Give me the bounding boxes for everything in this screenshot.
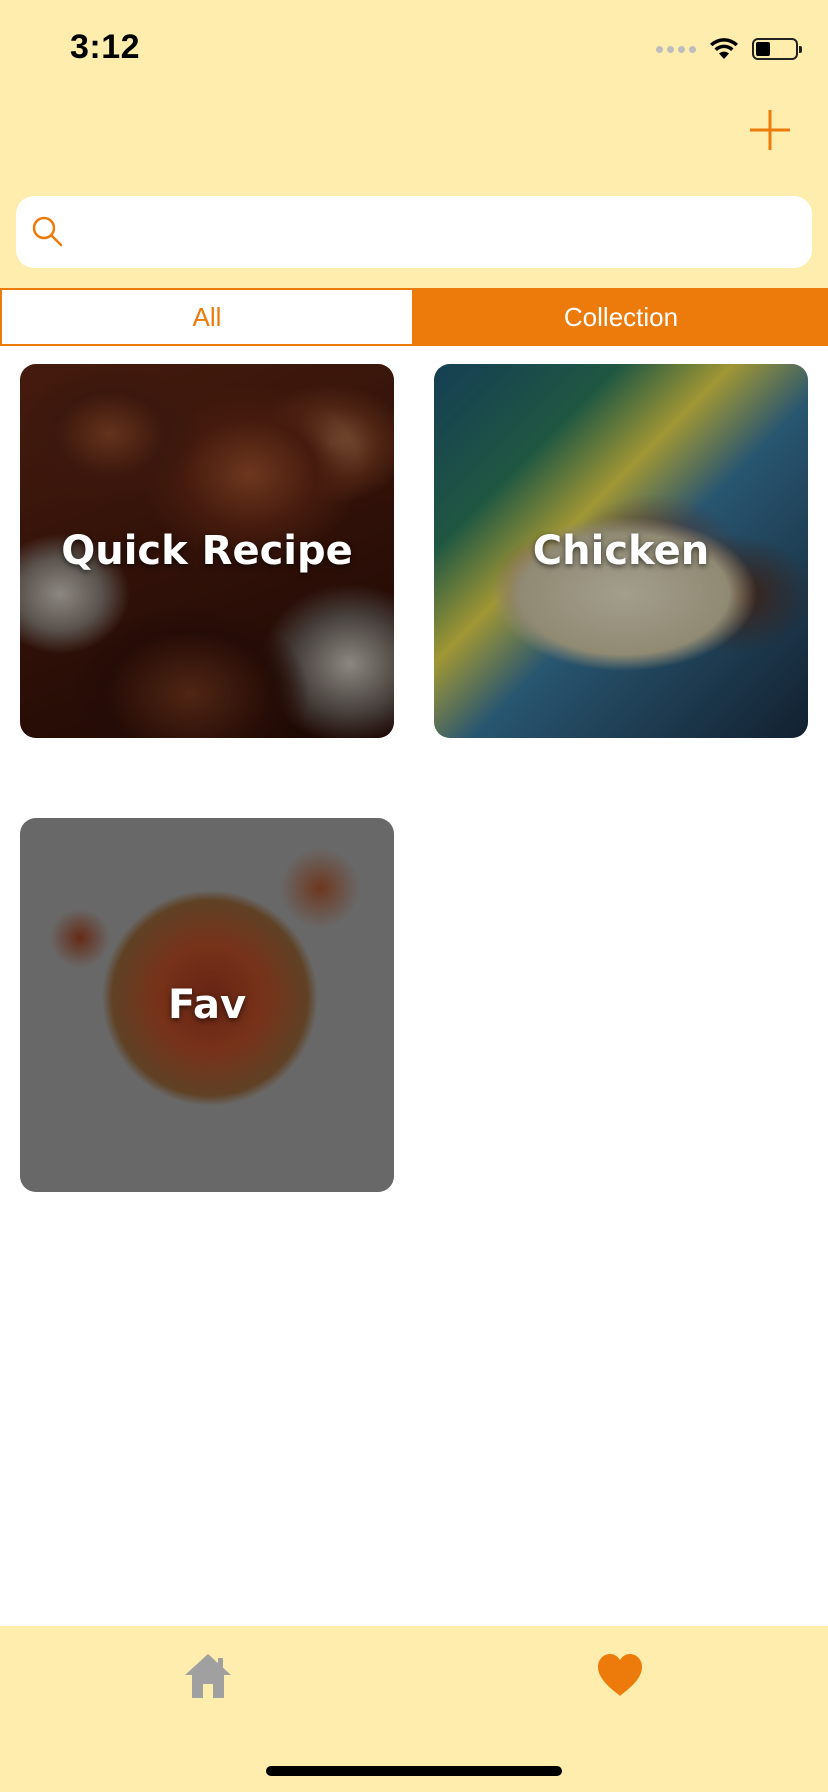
home-icon[interactable] [182, 1650, 234, 1702]
status-indicators [656, 34, 802, 64]
tab-all[interactable]: All [0, 288, 414, 346]
search-bar[interactable] [16, 196, 812, 270]
collection-card-chicken[interactable]: Chicken [434, 364, 808, 738]
search-input[interactable] [76, 196, 800, 270]
heart-icon[interactable] [594, 1650, 646, 1702]
cellular-signal-icon [656, 45, 696, 53]
segmented-tabs: All Collection [0, 288, 828, 346]
collection-card-title: Quick Recipe [61, 528, 353, 574]
collection-card-title: Chicken [532, 528, 710, 574]
status-time: 3:12 [70, 28, 141, 66]
battery-icon [752, 38, 802, 60]
home-indicator [266, 1766, 562, 1776]
wifi-icon [710, 38, 738, 59]
collection-card-title: Fav [167, 982, 247, 1028]
tab-collection[interactable]: Collection [414, 288, 828, 346]
collection-card-fav[interactable]: Fav [20, 818, 394, 1192]
add-button[interactable] [746, 106, 794, 154]
collection-card-quick-recipe[interactable]: Quick Recipe [20, 364, 394, 738]
search-icon [32, 216, 63, 247]
